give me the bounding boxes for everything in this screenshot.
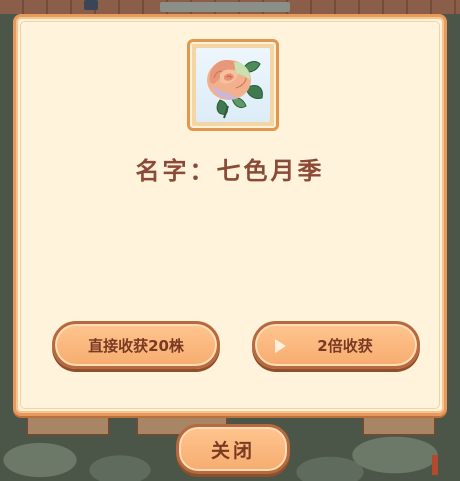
- background-object: [84, 0, 98, 10]
- background-sign: [160, 2, 290, 12]
- flower-image: [196, 48, 270, 122]
- background-planter: [362, 418, 436, 436]
- close-label: 关闭: [210, 439, 255, 462]
- harvest-direct-label: 直接收获20株: [88, 336, 184, 355]
- name-value: 七色月季: [216, 157, 325, 185]
- harvest-direct-button[interactable]: 直接收获20株: [52, 321, 220, 369]
- name-label: 名字：: [135, 157, 217, 185]
- play-icon: [275, 339, 286, 353]
- flower-name: 名字：七色月季: [16, 151, 444, 186]
- rose-flower-illustration: [207, 60, 263, 119]
- harvest-dialog: 名字：七色月季 直接收获20株 2倍收获: [13, 14, 447, 416]
- background-post: [432, 455, 438, 475]
- harvest-double-label: 2倍收获: [317, 336, 373, 355]
- background-top-strip: [0, 0, 460, 14]
- background-planter: [26, 418, 110, 436]
- close-button[interactable]: 关闭: [176, 424, 290, 474]
- harvest-double-button[interactable]: 2倍收获: [252, 321, 420, 369]
- flower-portrait-frame: [187, 39, 279, 131]
